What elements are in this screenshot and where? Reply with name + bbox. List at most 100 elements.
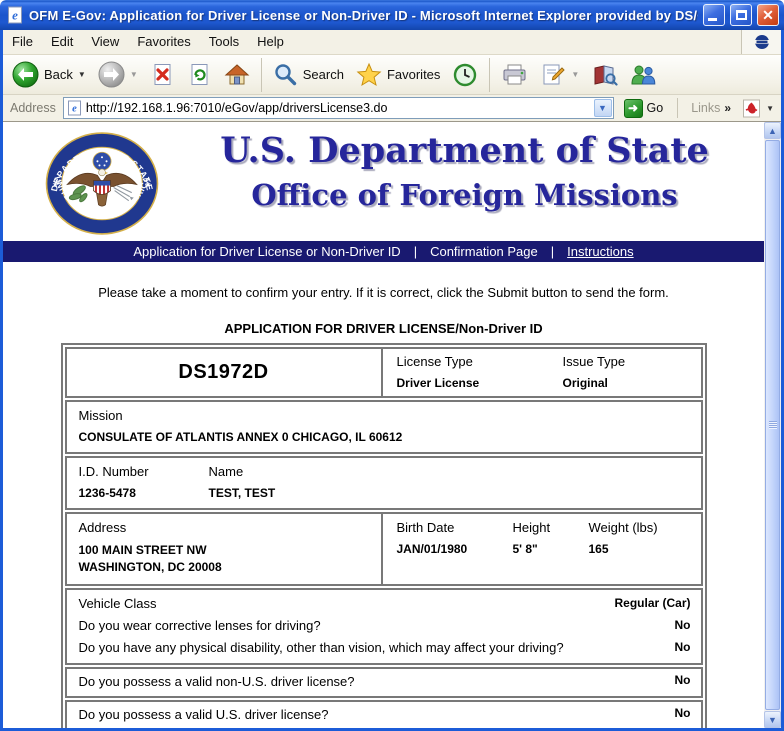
address-cell: Address 100 MAIN STREET NW WASHINGTON, D… xyxy=(67,514,381,584)
history-button[interactable] xyxy=(447,60,483,90)
mission-label: Mission xyxy=(78,408,123,423)
maximize-button[interactable] xyxy=(730,4,752,26)
issue-type-label: Issue Type xyxy=(562,354,626,369)
stop-button[interactable] xyxy=(145,60,180,90)
adobe-pdf-button[interactable]: ▼ xyxy=(740,98,776,119)
home-button[interactable] xyxy=(219,60,255,90)
header-titles: U.S. Department of State Office of Forei… xyxy=(171,130,758,212)
search-button[interactable]: Search xyxy=(268,60,349,89)
answer-non-us-license: No xyxy=(674,673,691,687)
address-line1: 100 MAIN STREET NW xyxy=(78,543,207,557)
ie-page-icon: e xyxy=(8,6,22,24)
edit-dropdown-icon[interactable]: ▼ xyxy=(571,70,579,79)
messenger-icon xyxy=(631,65,656,84)
license-type-label: License Type xyxy=(396,354,473,369)
edit-page-button[interactable]: ▼ xyxy=(535,60,584,90)
page-header: DEPARTMENT OF STATE UNITED STATES OF AME… xyxy=(3,122,764,241)
print-button[interactable] xyxy=(496,60,533,90)
table-row-vehicle-class: Vehicle Class Regular (Car) Do you wear … xyxy=(64,588,703,665)
question-physical-disability: Do you have any physical disability, oth… xyxy=(78,640,564,655)
menu-tools[interactable]: Tools xyxy=(200,30,248,54)
table-row-header: DS1972D License Type Issue Type Driver L… xyxy=(64,347,703,398)
home-icon xyxy=(224,63,250,84)
window-frame: File Edit View Favorites Tools Help Back… xyxy=(0,30,784,731)
menu-help[interactable]: Help xyxy=(248,30,293,54)
history-icon xyxy=(454,63,477,86)
address-dropdown-icon[interactable]: ▼ xyxy=(593,99,612,117)
table-row-mission: Mission CONSULATE OF ATLANTIS ANNEX 0 CH… xyxy=(64,400,703,454)
links-chevron-icon: » xyxy=(724,101,732,115)
refresh-icon xyxy=(191,63,208,85)
scrollbar-thumb[interactable] xyxy=(765,140,780,710)
svg-text:★: ★ xyxy=(145,181,151,189)
go-arrow-icon: ➜ xyxy=(623,98,643,118)
go-label: Go xyxy=(646,101,664,115)
minimize-button[interactable] xyxy=(703,4,725,26)
toolbar-separator xyxy=(260,57,262,92)
id-number-label: I.D. Number xyxy=(78,464,149,479)
menu-favorites[interactable]: Favorites xyxy=(128,30,199,54)
throbber-icon xyxy=(753,35,770,49)
print-icon xyxy=(503,64,526,84)
id-number-value: 1236-5478 xyxy=(78,486,136,500)
address-line2: WASHINGTON, DC 20008 xyxy=(78,560,222,574)
nav-separator: | xyxy=(550,244,555,259)
browser-window: e OFM E-Gov: Application for Driver Lice… xyxy=(0,0,784,731)
back-button[interactable]: Back ▼ xyxy=(7,59,91,90)
title-bar: e OFM E-Gov: Application for Driver Lice… xyxy=(0,0,784,30)
favorites-label: Favorites xyxy=(386,67,441,82)
edit-page-icon xyxy=(543,64,566,84)
search-icon xyxy=(275,64,296,86)
answer-physical-disability: No xyxy=(674,640,691,654)
nav-confirmation-label: Confirmation Page xyxy=(430,244,538,259)
refresh-button[interactable] xyxy=(182,60,217,90)
nav-instructions-link[interactable]: Instructions xyxy=(567,244,633,259)
scrollbar-grip-icon xyxy=(768,421,777,429)
adobe-dropdown-icon[interactable]: ▼ xyxy=(766,104,774,113)
weight-label: Weight (lbs) xyxy=(588,520,658,535)
minimize-icon xyxy=(708,18,717,21)
address-bar: Address e http://192.168.1.96:7010/eGov/… xyxy=(3,95,781,122)
back-dropdown-icon[interactable]: ▼ xyxy=(78,70,86,79)
table-row-non-us-license: Do you possess a valid non-U.S. driver l… xyxy=(64,667,703,698)
stop-icon xyxy=(154,63,171,85)
question-us-license: Do you possess a valid U.S. driver licen… xyxy=(78,707,329,722)
weight-value: 165 xyxy=(588,542,609,556)
answer-us-license: No xyxy=(674,706,691,720)
address-label: Address xyxy=(78,520,127,535)
toolbar-separator xyxy=(489,57,491,92)
links-button[interactable]: Links » xyxy=(687,101,735,115)
messenger-button[interactable] xyxy=(625,60,662,90)
mission-value: CONSULATE OF ATLANTIS ANNEX 0 CHICAGO, I… xyxy=(78,430,403,444)
answer-corrective-lenses: No xyxy=(674,618,691,632)
address-input[interactable]: e http://192.168.1.96:7010/eGov/app/driv… xyxy=(62,97,614,119)
nav-application-label: Application for Driver License or Non-Dr… xyxy=(133,244,401,259)
menu-file[interactable]: File xyxy=(3,30,42,54)
research-button[interactable] xyxy=(586,60,623,90)
question-corrective-lenses: Do you wear corrective lenses for drivin… xyxy=(78,618,321,633)
search-label: Search xyxy=(302,67,344,82)
favorites-button[interactable]: Favorites xyxy=(351,60,445,89)
menu-bar: File Edit View Favorites Tools Help xyxy=(3,30,781,55)
back-icon xyxy=(12,61,39,88)
table-row-id-name: I.D. Number Name 1236-5478 TEST, TEST xyxy=(64,456,703,510)
question-non-us-license: Do you possess a valid non-U.S. driver l… xyxy=(78,674,355,689)
forward-button[interactable]: ▼ xyxy=(93,59,143,90)
close-button[interactable]: ✕ xyxy=(757,4,779,26)
scroll-down-button[interactable]: ▼ xyxy=(764,711,781,728)
birth-height-weight-cell: Birth Date Height Weight (lbs) JAN/01/19… xyxy=(380,514,701,584)
menu-view[interactable]: View xyxy=(82,30,128,54)
office-subtitle: Office of Foreign Missions xyxy=(251,178,678,212)
throbber-box xyxy=(741,30,781,54)
go-button[interactable]: ➜ Go xyxy=(619,98,669,119)
scroll-up-button[interactable]: ▲ xyxy=(764,122,781,139)
nav-separator: | xyxy=(413,244,418,259)
vertical-scrollbar[interactable]: ▲ ▼ xyxy=(764,122,781,728)
svg-text:★: ★ xyxy=(52,181,58,189)
form-number-cell: DS1972D xyxy=(67,349,381,396)
forward-icon xyxy=(98,61,125,88)
page-favicon: e xyxy=(67,100,81,116)
menu-edit[interactable]: Edit xyxy=(42,30,82,54)
forward-dropdown-icon[interactable]: ▼ xyxy=(130,70,138,79)
address-url: http://192.168.1.96:7010/eGov/app/driver… xyxy=(85,101,388,115)
